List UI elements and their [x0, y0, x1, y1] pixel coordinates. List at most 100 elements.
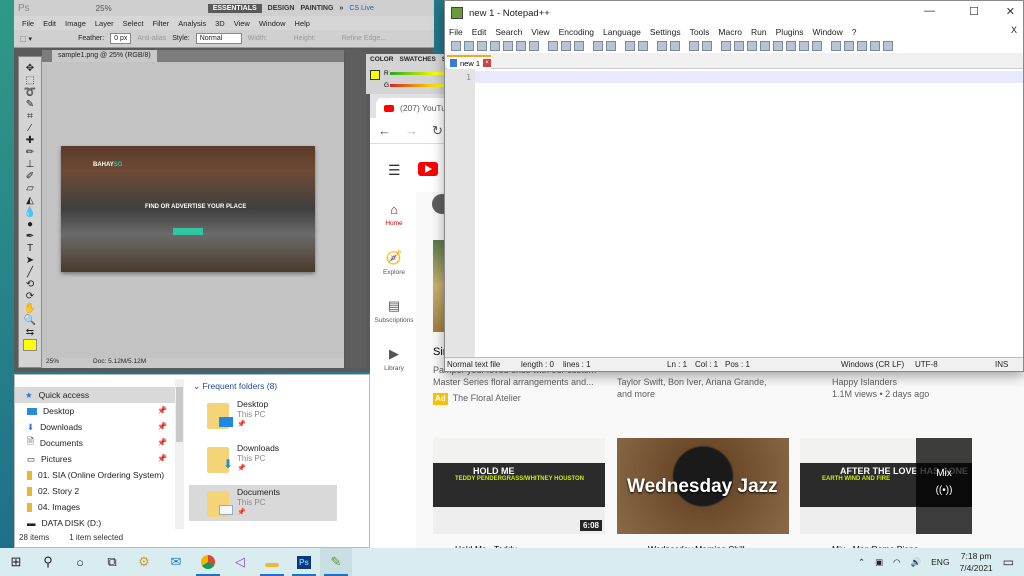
- file-explorer-icon[interactable]: ▬: [256, 548, 288, 576]
- ps-menu-layer[interactable]: Layer: [95, 19, 114, 28]
- ps-menu-edit[interactable]: Edit: [43, 19, 56, 28]
- zoom-select[interactable]: 25%: [96, 4, 112, 13]
- close-doc-icon[interactable]: X: [1011, 25, 1017, 35]
- replace-icon[interactable]: [638, 41, 648, 51]
- menu-icon[interactable]: ☰: [388, 162, 401, 179]
- pin-icon[interactable]: 📌: [157, 438, 167, 447]
- pen-tool-icon[interactable]: ✒: [26, 231, 34, 242]
- save-all-icon[interactable]: [490, 41, 500, 51]
- meet-now-icon[interactable]: ▣: [875, 557, 883, 568]
- close-icon[interactable]: [503, 41, 513, 51]
- dodge-tool-icon[interactable]: ●: [27, 219, 33, 230]
- video-thumbnail[interactable]: HOLD ME TEDDY PENDERGRASS/WHITNEY HOUSTON…: [433, 438, 605, 534]
- print-icon[interactable]: [529, 41, 539, 51]
- quick-select-icon[interactable]: ✎: [26, 99, 34, 110]
- pin-icon[interactable]: 📌: [157, 422, 167, 431]
- maximize-button[interactable]: ☐: [969, 5, 979, 18]
- foreground-color-swatch[interactable]: [23, 339, 37, 351]
- menu-edit[interactable]: Edit: [472, 27, 487, 37]
- doc-tab-new1[interactable]: new 1 ×: [447, 55, 491, 69]
- 3d-orbit-icon[interactable]: ⟳: [26, 291, 34, 302]
- green-slider[interactable]: [390, 84, 448, 87]
- nav-data-disk[interactable]: ▬ DATA DISK (D:): [27, 515, 101, 531]
- ps-menu-image[interactable]: Image: [65, 19, 86, 28]
- menu-plugins[interactable]: Plugins: [776, 27, 804, 37]
- workspace-painting[interactable]: PAINTING: [300, 5, 333, 12]
- eraser-tool-icon[interactable]: ▱: [26, 183, 34, 194]
- menu-window[interactable]: Window: [813, 27, 843, 37]
- open-file-icon[interactable]: [464, 41, 474, 51]
- sidebar-item-home[interactable]: ⌂ Home: [370, 202, 418, 227]
- pin-icon[interactable]: 📌: [157, 406, 167, 415]
- menu-macro[interactable]: Macro: [718, 27, 742, 37]
- youtube-logo[interactable]: [418, 162, 438, 176]
- menu-help[interactable]: ?: [852, 27, 857, 37]
- menu-tools[interactable]: Tools: [690, 27, 710, 37]
- menu-run[interactable]: Run: [751, 27, 767, 37]
- nav-folder-story2[interactable]: 02. Story 2: [27, 483, 79, 499]
- tab-color[interactable]: COLOR: [370, 56, 393, 63]
- task-view-icon[interactable]: ⧉: [96, 548, 128, 576]
- app-tools-icon[interactable]: ⚙: [128, 548, 160, 576]
- forward-icon[interactable]: →: [405, 123, 418, 138]
- wifi-icon[interactable]: ◠: [893, 557, 900, 568]
- zoom-out-icon[interactable]: [670, 41, 680, 51]
- zoom-in-icon[interactable]: [657, 41, 667, 51]
- feather-input[interactable]: 0 px: [110, 33, 132, 44]
- foreground-swatch[interactable]: [370, 70, 380, 80]
- chrome-icon[interactable]: [192, 548, 224, 576]
- run-macro-multi-icon[interactable]: [870, 41, 880, 51]
- nav-documents[interactable]: 🗎 Documents: [27, 435, 83, 451]
- stop-macro-icon[interactable]: [844, 41, 854, 51]
- brush-tool-icon[interactable]: ✏: [26, 147, 34, 158]
- clock[interactable]: 7:18 pm 7/4/2021: [960, 550, 993, 574]
- healing-brush-icon[interactable]: ✚: [26, 135, 34, 146]
- canvas-image[interactable]: BAHAYSG FIND OR ADVERTISE YOUR PLACE: [61, 146, 315, 272]
- status-mode[interactable]: INS: [995, 360, 1008, 369]
- zoom-tool-icon[interactable]: 🔍: [24, 315, 36, 326]
- swap-colors-icon[interactable]: ⇆: [26, 327, 34, 338]
- marquee-tool-icon[interactable]: ⬚: [25, 75, 34, 86]
- marquee-tool-icon[interactable]: ⬚ ▾: [20, 35, 32, 43]
- type-tool-icon[interactable]: T: [27, 243, 33, 254]
- line-tool-icon[interactable]: ╱: [27, 267, 33, 278]
- indent-guide-icon[interactable]: [747, 41, 757, 51]
- nav-pictures[interactable]: ▭ Pictures: [27, 451, 72, 467]
- lasso-tool-icon[interactable]: ➰: [24, 87, 36, 98]
- status-zoom[interactable]: 25%: [46, 358, 59, 368]
- nav-quick-access[interactable]: ★ Quick access: [15, 387, 177, 403]
- antialias-checkbox[interactable]: Anti-alias: [137, 35, 166, 42]
- search-icon[interactable]: ⚲: [32, 548, 64, 576]
- red-slider[interactable]: [390, 72, 448, 75]
- tab-swatches[interactable]: SWATCHES: [399, 56, 435, 63]
- menu-encoding[interactable]: Encoding: [559, 27, 594, 37]
- start-button[interactable]: ⊞: [0, 548, 32, 576]
- hand-tool-icon[interactable]: ✋: [24, 303, 36, 314]
- back-icon[interactable]: ←: [378, 123, 391, 138]
- photoshop-icon[interactable]: Ps: [288, 548, 320, 576]
- eyedropper-icon[interactable]: ⁄: [29, 123, 31, 134]
- path-select-icon[interactable]: ➤: [26, 255, 34, 266]
- cut-icon[interactable]: [548, 41, 558, 51]
- ps-menu-help[interactable]: Help: [295, 19, 310, 28]
- ps-menu-window[interactable]: Window: [259, 19, 286, 28]
- language-indicator[interactable]: ENG: [931, 557, 949, 567]
- play-macro-icon[interactable]: [857, 41, 867, 51]
- paste-icon[interactable]: [574, 41, 584, 51]
- folder-downloads[interactable]: ⬇ Downloads This PC 📌: [189, 441, 337, 477]
- redo-icon[interactable]: [606, 41, 616, 51]
- nav-downloads[interactable]: ⬇ Downloads: [27, 419, 82, 435]
- folder-workspace-icon[interactable]: [799, 41, 809, 51]
- sidebar-item-library[interactable]: ▶ Library: [370, 346, 418, 372]
- stamp-tool-icon[interactable]: ⊥: [26, 159, 35, 170]
- close-all-icon[interactable]: [516, 41, 526, 51]
- minimize-button[interactable]: —: [924, 5, 935, 17]
- more-workspaces-icon[interactable]: »: [339, 5, 343, 12]
- menu-file[interactable]: File: [449, 27, 463, 37]
- ad-channel[interactable]: Ad The Floral Atelier: [433, 392, 521, 405]
- folder-documents[interactable]: Documents This PC 📌: [189, 485, 337, 521]
- save-icon[interactable]: [477, 41, 487, 51]
- nav-folder-images[interactable]: 04. Images: [27, 499, 80, 515]
- new-file-icon[interactable]: [451, 41, 461, 51]
- doc-tab[interactable]: sample1.png @ 25% (RGB/8): [52, 50, 157, 62]
